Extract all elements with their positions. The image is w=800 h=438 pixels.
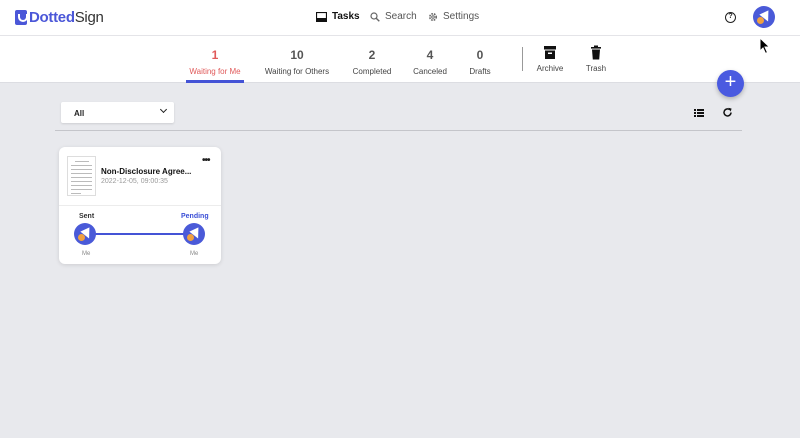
search-icon xyxy=(370,11,380,22)
tab-waiting-for-others[interactable]: 10 Waiting for Others xyxy=(261,36,333,83)
tab-count: 10 xyxy=(290,48,304,62)
step-status-sent: Sent xyxy=(79,213,95,220)
tab-label: Completed xyxy=(352,67,392,76)
tab-waiting-for-me[interactable]: 1 Waiting for Me xyxy=(186,36,244,83)
signer-avatar-sent xyxy=(74,223,96,245)
logo-icon xyxy=(15,10,28,25)
tab-count: 1 xyxy=(211,48,219,62)
mouse-cursor-icon xyxy=(759,37,771,55)
step-signer-sent: Me xyxy=(82,251,91,257)
content-divider xyxy=(55,130,742,131)
top-bar: DottedSign Tasks Search Settings ? xyxy=(0,0,800,36)
user-avatar[interactable] xyxy=(753,6,775,28)
progress-line xyxy=(93,233,186,235)
step-status-pending: Pending xyxy=(181,213,209,220)
document-date: 2022-12-05, 09:00:35 xyxy=(101,178,168,185)
status-tabs: 1 Waiting for Me 10 Waiting for Others 2… xyxy=(0,36,800,83)
app-name: DottedSign xyxy=(29,9,104,26)
chevron-down-icon xyxy=(159,105,168,114)
document-thumbnail xyxy=(67,156,96,196)
archive-icon xyxy=(544,46,556,59)
document-title: Non-Disclosure Agree... xyxy=(101,167,192,176)
tab-completed[interactable]: 2 Completed xyxy=(349,36,395,83)
step-signer-pending: Me xyxy=(190,251,199,257)
new-document-button[interactable]: + xyxy=(717,70,744,97)
tab-label: Trash xyxy=(585,64,607,73)
tab-label: Drafts xyxy=(469,67,491,76)
list-view-icon[interactable] xyxy=(694,109,704,117)
tab-count: 0 xyxy=(476,48,484,62)
tab-count: 4 xyxy=(426,48,434,62)
nav-search[interactable]: Search xyxy=(370,11,417,22)
tab-label: Waiting for Others xyxy=(264,67,330,76)
trash-icon xyxy=(591,45,601,60)
filter-dropdown[interactable]: All xyxy=(61,102,174,123)
refresh-icon[interactable] xyxy=(722,107,733,118)
tab-drafts[interactable]: 0 Drafts xyxy=(465,36,495,83)
filter-selected-value: All xyxy=(74,109,85,118)
more-options-icon[interactable]: ••• xyxy=(202,155,210,166)
inbox-icon xyxy=(316,11,327,22)
tab-trash[interactable]: Trash xyxy=(583,36,609,83)
tab-count: 2 xyxy=(368,48,376,62)
card-divider xyxy=(59,205,221,206)
gear-icon xyxy=(428,12,438,21)
tab-label: Waiting for Me xyxy=(189,67,241,76)
nav-settings-label: Settings xyxy=(443,11,480,22)
signer-avatar-pending xyxy=(183,223,205,245)
tab-divider xyxy=(522,47,523,71)
tab-canceled[interactable]: 4 Canceled xyxy=(411,36,449,83)
app-logo[interactable]: DottedSign xyxy=(15,9,104,26)
help-icon[interactable]: ? xyxy=(725,12,736,23)
nav-tasks-label: Tasks xyxy=(332,11,360,22)
nav-tasks[interactable]: Tasks xyxy=(316,11,360,22)
tab-label: Canceled xyxy=(413,67,447,76)
tab-label: Archive xyxy=(536,64,564,73)
nav-search-label: Search xyxy=(385,11,417,22)
tab-archive[interactable]: Archive xyxy=(533,36,567,83)
document-card[interactable]: Non-Disclosure Agree... 2022-12-05, 09:0… xyxy=(59,147,221,264)
nav-settings[interactable]: Settings xyxy=(428,11,479,22)
